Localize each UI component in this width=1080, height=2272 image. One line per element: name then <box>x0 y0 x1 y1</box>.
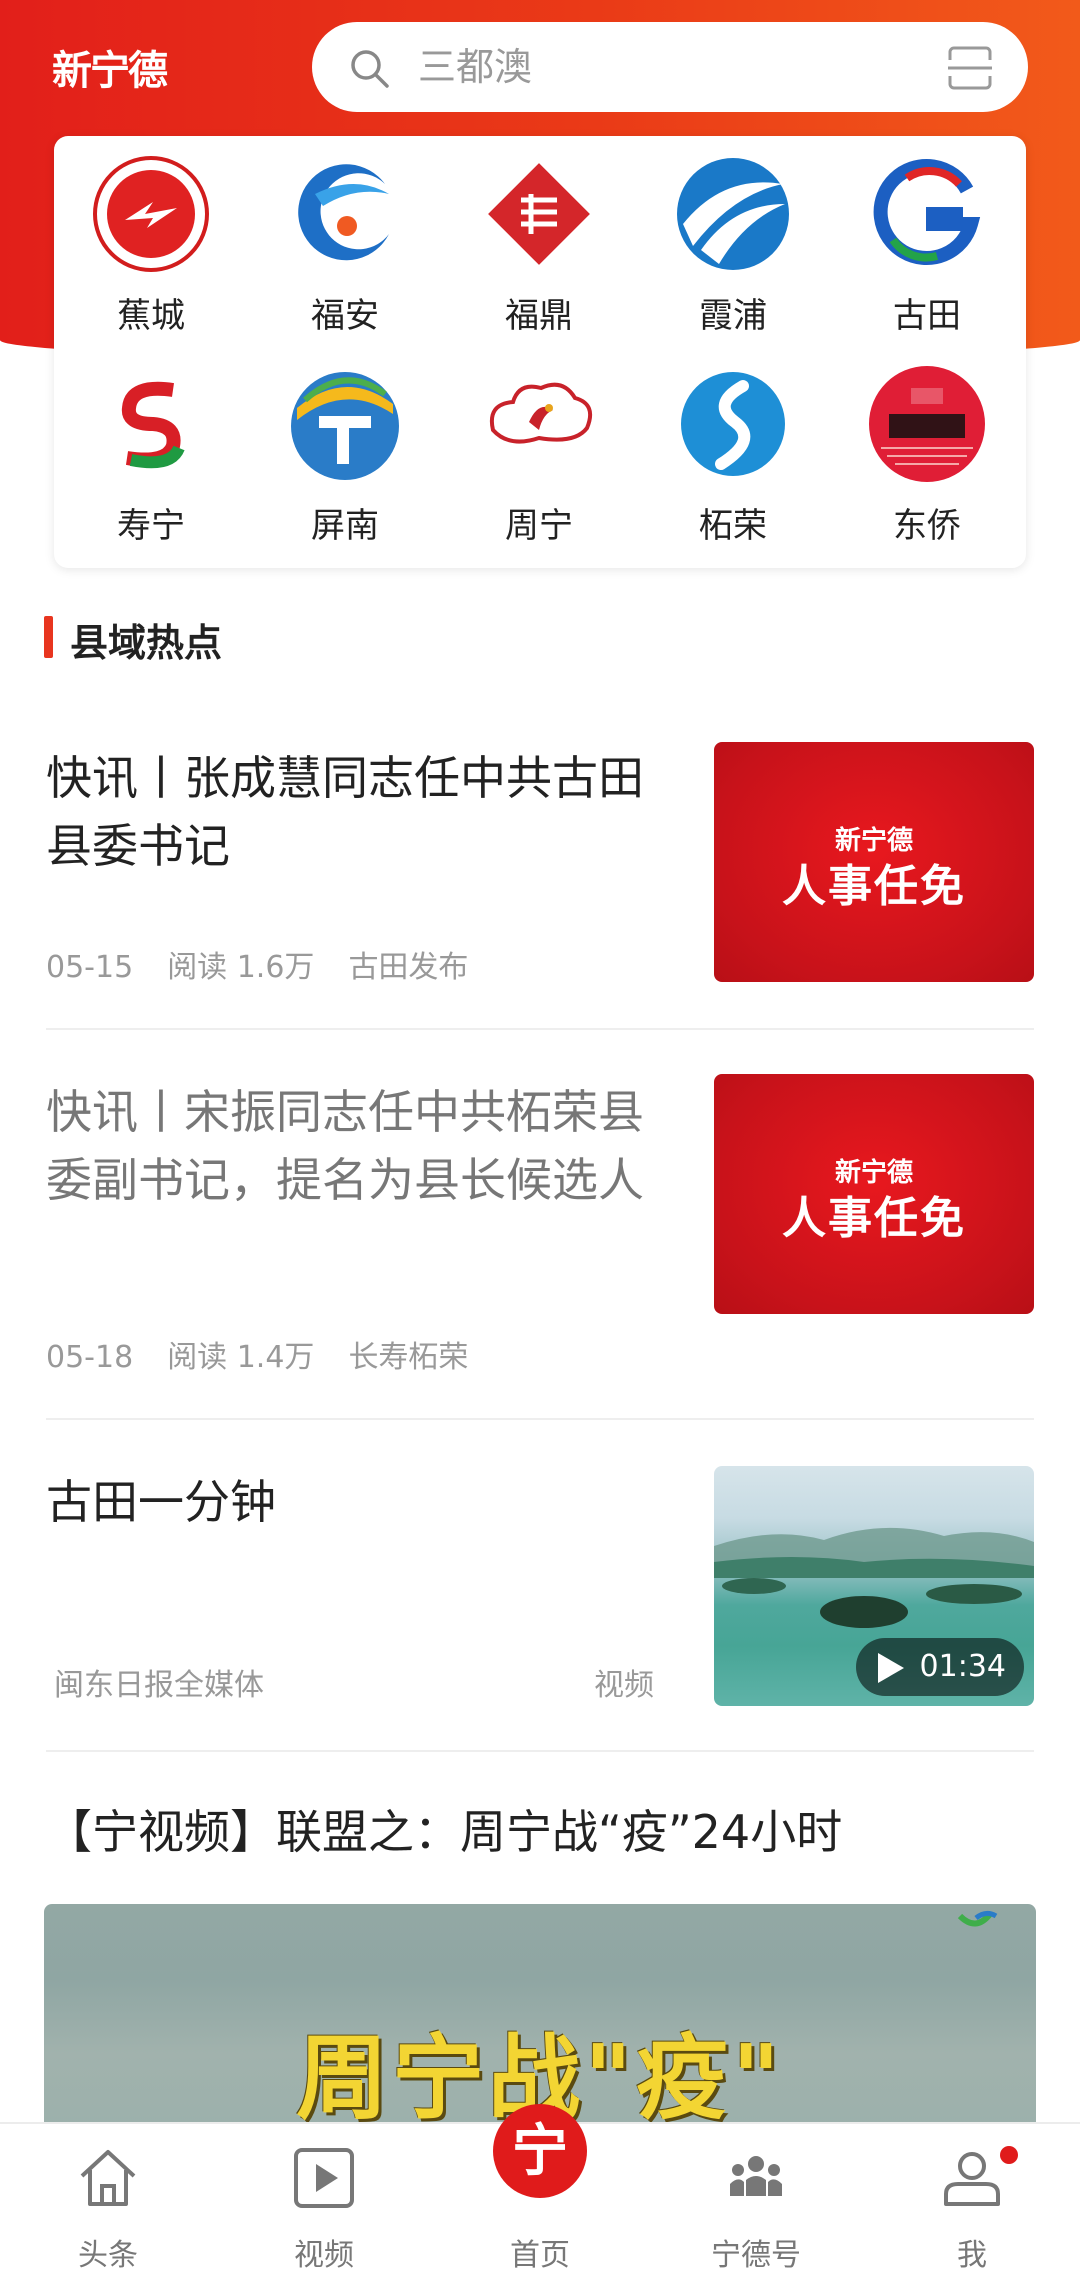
article-reads: 阅读 1.4万 <box>167 1340 315 1375</box>
divider <box>46 1750 1034 1752</box>
scan-icon[interactable] <box>946 44 994 92</box>
article-thumbnail[interactable]: 新宁德 人事任免 <box>714 742 1034 982</box>
shouning-logo-icon <box>121 381 185 469</box>
article-reads: 阅读 1.6万 <box>167 950 315 985</box>
portal-zhouning[interactable]: 周宁 <box>442 346 636 546</box>
notification-badge <box>1000 2146 1018 2164</box>
portal-label: 福安 <box>311 296 379 336</box>
portal-fuding[interactable]: 福鼎 <box>442 136 636 336</box>
article-date: 05-18 <box>46 1340 134 1375</box>
article-title[interactable]: 古田一分钟 <box>46 1468 666 1536</box>
video-thumbnail[interactable]: 01:34 <box>714 1466 1034 1706</box>
article-meta: 05-18 阅读 1.4万 长寿柘荣 <box>46 1332 502 1376</box>
search-icon[interactable] <box>348 47 390 89</box>
divider <box>46 1028 1034 1030</box>
portal-xiapu[interactable]: 霞浦 <box>636 136 830 336</box>
user-profile-icon <box>944 2152 1000 2206</box>
tab-label: 宁德号 <box>711 2238 801 2272</box>
news-article[interactable]: 快讯丨宋振同志任中共柘荣县委副书记，提名为县长候选人 05-18 阅读 1.4万长… <box>0 1074 1080 1394</box>
group-people-icon <box>730 2156 782 2196</box>
thumbnail-caption: 人事任免 <box>782 1193 966 1244</box>
portal-label: 蕉城 <box>117 296 185 336</box>
portal-shouning[interactable]: 寿宁 <box>54 346 248 546</box>
article-source: 古田发布 <box>348 950 469 985</box>
duration-text: 01:34 <box>919 1649 1006 1684</box>
tab-label: 视频 <box>294 2238 354 2272</box>
portal-gutian[interactable]: 古田 <box>830 136 1024 336</box>
thumbnail-caption: 人事任免 <box>782 861 966 912</box>
search-input[interactable] <box>418 42 938 92</box>
fuding-logo-icon <box>488 163 590 265</box>
tab-label: 首页 <box>510 2238 570 2272</box>
portal-label: 柘荣 <box>699 506 767 546</box>
section-title: 县域热点 <box>70 621 223 665</box>
news-article[interactable]: 快讯丨张成慧同志任中共古田县委书记 05-15 阅读 1.6万 古田发布 新宁德 人… <box>0 740 1080 1026</box>
article-title[interactable]: 快讯丨张成慧同志任中共古田县委书记 <box>46 744 666 880</box>
article-meta: 05-15 阅读 1.6万 古田发布 <box>46 942 502 986</box>
tab-home[interactable]: 宁 首页 <box>432 2104 648 2272</box>
channel-logo-icon <box>957 1910 998 1927</box>
portal-zherong[interactable]: 柘荣 <box>636 346 830 546</box>
app-logo: 新宁德 <box>52 47 168 94</box>
portal-dongqiao[interactable]: 东侨 <box>830 346 1024 546</box>
article-thumbnail[interactable]: 新宁德 人事任免 <box>714 1074 1034 1314</box>
jiaocheng-logo-icon <box>93 156 209 272</box>
pingnan-logo-icon <box>291 372 399 480</box>
portal-label: 古田 <box>893 296 961 336</box>
portal-label: 周宁 <box>505 506 573 546</box>
bottom-tab-bar: 头条 视频 宁 首页 宁德号 我 <box>0 2104 1080 2272</box>
tab-headlines[interactable]: 头条 <box>0 2124 216 2272</box>
dongqiao-logo-icon <box>869 366 985 482</box>
zherong-logo-icon <box>681 372 785 476</box>
article-date: 05-15 <box>46 950 134 985</box>
divider <box>46 1418 1034 1420</box>
zhouning-logo-icon <box>490 382 592 444</box>
portal-label: 霞浦 <box>699 296 767 336</box>
video-article[interactable]: 古田一分钟 闽东日报全媒体 视频 01:34 <box>0 1464 1080 1708</box>
tab-ningde-account[interactable]: 宁德号 <box>648 2124 864 2272</box>
article-source: 长寿柘荣 <box>348 1340 469 1375</box>
portal-jiaocheng[interactable]: 蕉城 <box>54 136 248 336</box>
fuan-logo-icon <box>298 164 389 261</box>
gutian-logo-icon <box>873 159 981 265</box>
portal-fuan[interactable]: 福安 <box>248 136 442 336</box>
article-source: 闽东日报全媒体 <box>54 1668 264 1703</box>
xiapu-logo-icon <box>677 158 789 270</box>
tab-label: 我 <box>957 2238 987 2272</box>
portal-label: 福鼎 <box>505 296 573 336</box>
portal-label: 东侨 <box>893 506 961 546</box>
play-icon <box>877 1653 904 1683</box>
ning-home-icon: 宁 <box>493 2104 587 2198</box>
county-portal-grid: 蕉城 福安 福鼎 霞浦 古田 寿宁 屏南 周宁 柘荣 东侨 <box>54 136 1026 568</box>
section-accent-bar <box>44 616 53 658</box>
search-bar[interactable] <box>312 22 1028 112</box>
tab-video[interactable]: 视频 <box>216 2124 432 2272</box>
article-type: 视频 <box>594 1668 654 1703</box>
tab-me[interactable]: 我 <box>864 2124 1080 2272</box>
video-play-icon <box>294 2148 354 2208</box>
portal-label: 屏南 <box>311 506 379 546</box>
portal-label: 寿宁 <box>117 506 185 546</box>
portal-pingnan[interactable]: 屏南 <box>248 346 442 546</box>
home-outline-icon <box>80 2150 136 2206</box>
video-duration: 01:34 <box>855 1638 1024 1696</box>
article-title[interactable]: 快讯丨宋振同志任中共柘荣县委副书记，提名为县长候选人 <box>46 1078 666 1214</box>
video-article-title[interactable]: 【宁视频】联盟之：周宁战“疫”24小时 <box>46 1798 1036 1866</box>
tab-label: 头条 <box>78 2238 138 2272</box>
top-header: 新宁德 <box>0 0 1080 130</box>
